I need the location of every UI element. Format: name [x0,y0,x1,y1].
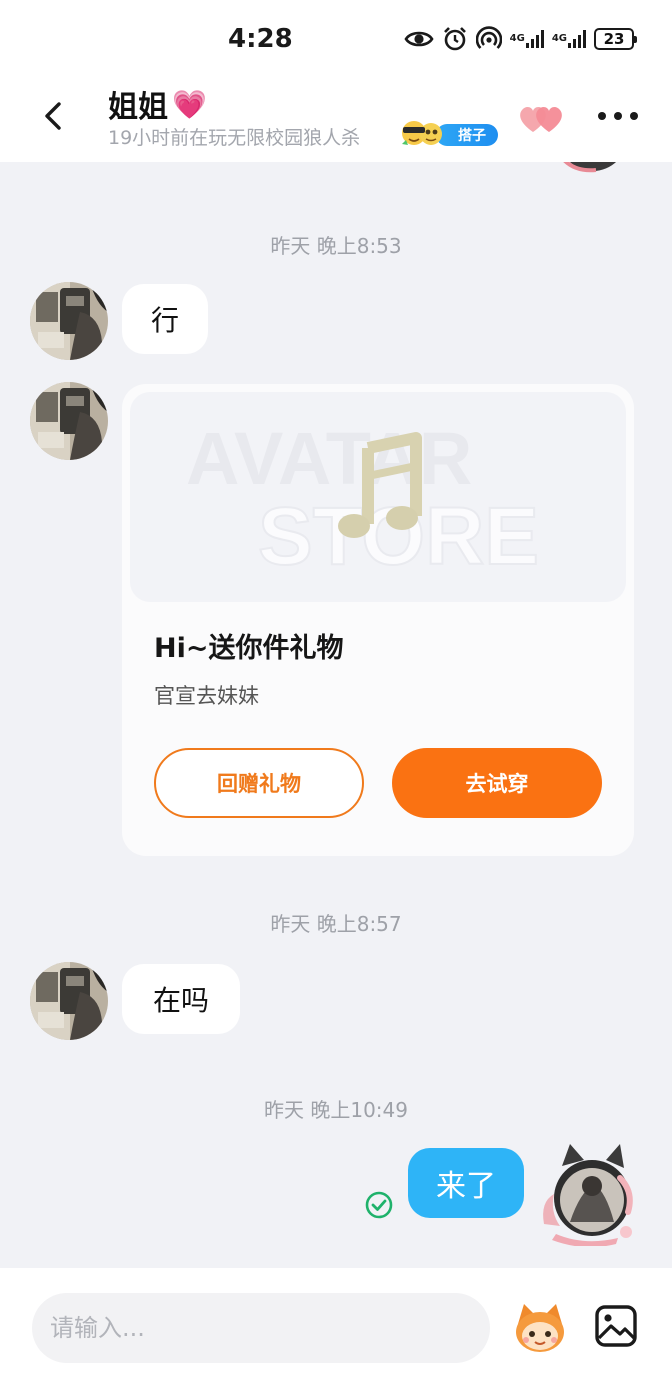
chat-header: 姐姐 💗 19小时前在玩无限校园狼人杀 搭子 [0,78,672,162]
outgoing-message-bubble[interactable]: 来了 [408,1148,524,1218]
status-icons: 4G 4G 23 [404,24,637,54]
gift-card[interactable]: AVATAR STORE Hi~送你件礼物 官宣去妹妹 回赠礼物 去试穿 [122,384,634,856]
battery-level: 23 [603,30,625,48]
read-check-icon [364,1190,394,1220]
hearts-icon [520,107,562,132]
signal-icon: 4G [552,30,586,48]
return-gift-button[interactable]: 回赠礼物 [154,748,364,818]
message-timestamp: 昨天 晚上8:53 [270,234,402,258]
contact-avatar-image [30,282,108,360]
incoming-message-bubble[interactable]: 在吗 [122,964,240,1034]
pink-heart-emoji: 💗 [172,87,207,121]
input-bar [0,1268,672,1386]
svg-text:AVATAR: AVATAR [186,417,472,500]
more-icon [598,112,606,120]
message-text: 来了 [436,1169,496,1204]
contact-avatar[interactable] [30,282,108,360]
gift-image: AVATAR STORE [130,392,626,602]
image-button[interactable] [594,1304,638,1348]
contact-avatar[interactable] [30,962,108,1040]
emoji-button[interactable] [512,1302,568,1354]
contact-status: 19小时前在玩无限校园狼人杀 [108,127,361,149]
sunglasses-emoji-icon [402,121,442,145]
emoji-mascot-icon [516,1304,564,1352]
gift-title: Hi~送你件礼物 [154,633,344,664]
alarm-icon [442,26,468,52]
music-note-icon: AVATAR STORE [186,417,540,583]
contact-name[interactable]: 姐姐 💗 [108,82,207,126]
message-input[interactable] [32,1293,490,1363]
image-icon [595,1305,637,1347]
try-on-button[interactable]: 去试穿 [392,748,602,818]
partner-tag[interactable]: 搭子 [400,121,498,148]
intimacy-hearts-button[interactable] [516,100,568,136]
contact-avatar-image [30,962,108,1040]
back-arrow-icon [45,102,61,130]
message-timestamp: 昨天 晚上8:57 [270,912,402,936]
more-button[interactable] [598,104,638,128]
gift-subtitle: 官宣去妹妹 [154,684,259,708]
svg-text:STORE: STORE [258,491,539,582]
message-timestamp: 昨天 晚上10:49 [264,1098,408,1122]
contact-avatar[interactable] [30,382,108,460]
message-text: 在吗 [152,984,209,1017]
my-avatar[interactable] [540,1142,636,1248]
contact-avatar-image [30,382,108,460]
status-time: 4:28 [228,24,293,54]
partner-badge-label: 搭子 [458,128,486,144]
incoming-message-bubble[interactable]: 行 [122,284,208,354]
status-bar: 4:28 4G 4G 23 [0,0,672,78]
contact-name-text: 姐姐 [108,90,168,125]
hotspot-icon [475,26,502,52]
scrolled-avatar-fragment [556,162,630,174]
back-button[interactable] [34,96,74,136]
message-text: 行 [150,304,179,337]
signal-icon: 4G [510,30,544,48]
battery-icon: 23 [594,28,637,50]
eye-icon [404,28,434,50]
cat-frame-avatar-icon [543,1144,633,1248]
